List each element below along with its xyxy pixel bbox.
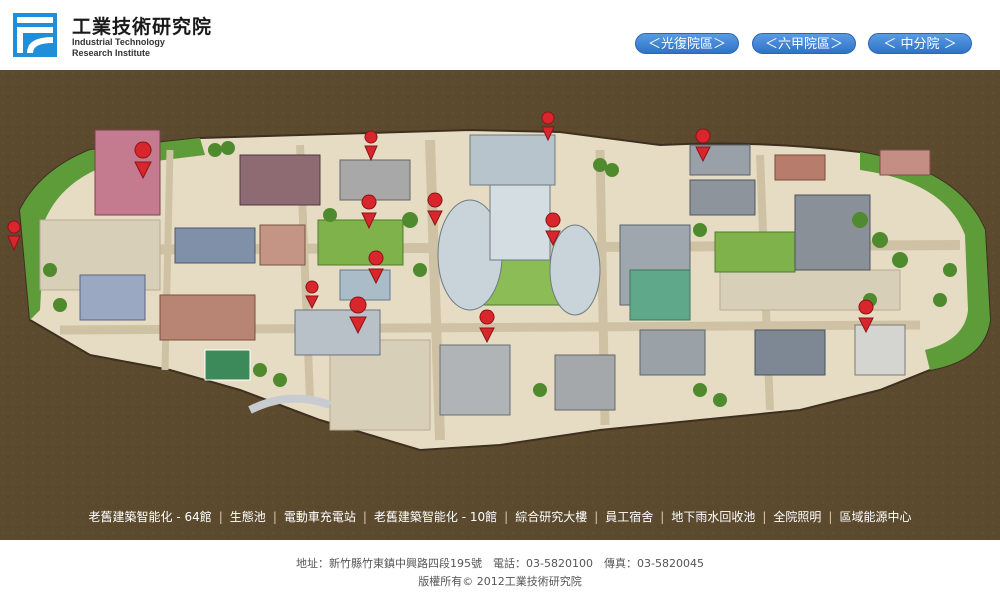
nav-separator: | — [218, 510, 223, 524]
nav-item-building-10[interactable]: 老舊建築智能化 - 10館 — [374, 510, 497, 524]
tab-liujia-campus[interactable]: ＜六甲院區＞ — [752, 33, 856, 54]
logo-title: 工業技術研究院 — [72, 16, 213, 38]
nav-separator: | — [828, 510, 833, 524]
campus-map-illustration — [0, 70, 1000, 540]
nav-item-dormitory[interactable]: 員工宿舍 — [605, 510, 653, 524]
nav-separator: | — [762, 510, 767, 524]
nav-separator: | — [504, 510, 509, 524]
tab-central-branch[interactable]: ＜ 中分院 ＞ — [868, 33, 972, 54]
footer-copyright: 版權所有© 2012工業技術研究院 — [418, 575, 582, 588]
nav-separator: | — [362, 510, 367, 524]
nav-item-ecological-pond[interactable]: 生態池 — [230, 510, 266, 524]
nav-item-lighting[interactable]: 全院照明 — [773, 510, 821, 524]
nav-separator: | — [272, 510, 277, 524]
logo-subtitle: Industrial Technology Research Institute — [72, 37, 165, 59]
logo-subtitle-line1: Industrial Technology — [72, 37, 165, 47]
building-nav: 老舊建築智能化 - 64館 | 生態池 | 電動車充電站 | 老舊建築智能化 - 10館 | 綜… — [0, 508, 1000, 525]
footer: 地址：新竹縣竹東鎮中興路四段195號 電話：03-5820100 傳真：03-5… — [0, 540, 1000, 600]
header: 工業技術研究院 Industrial Technology Research I… — [0, 0, 1000, 70]
nav-item-rainwater-pool[interactable]: 地下雨水回收池 — [671, 510, 755, 524]
nav-item-building-64[interactable]: 老舊建築智能化 - 64館 — [89, 510, 212, 524]
tab-guangfu-campus[interactable]: ＜光復院區＞ — [635, 33, 739, 54]
campus-map[interactable] — [0, 70, 1000, 540]
footer-address: 地址：新竹縣竹東鎮中興路四段195號 電話：03-5820100 傳真：03-5… — [296, 557, 704, 570]
itri-logo-icon[interactable] — [13, 13, 57, 57]
logo-subtitle-line2: Research Institute — [72, 48, 151, 58]
nav-item-energy-center[interactable]: 區域能源中心 — [839, 510, 911, 524]
nav-item-ev-charging[interactable]: 電動車充電站 — [284, 510, 356, 524]
nav-separator: | — [594, 510, 599, 524]
nav-item-research-building[interactable]: 綜合研究大樓 — [515, 510, 587, 524]
nav-separator: | — [660, 510, 665, 524]
